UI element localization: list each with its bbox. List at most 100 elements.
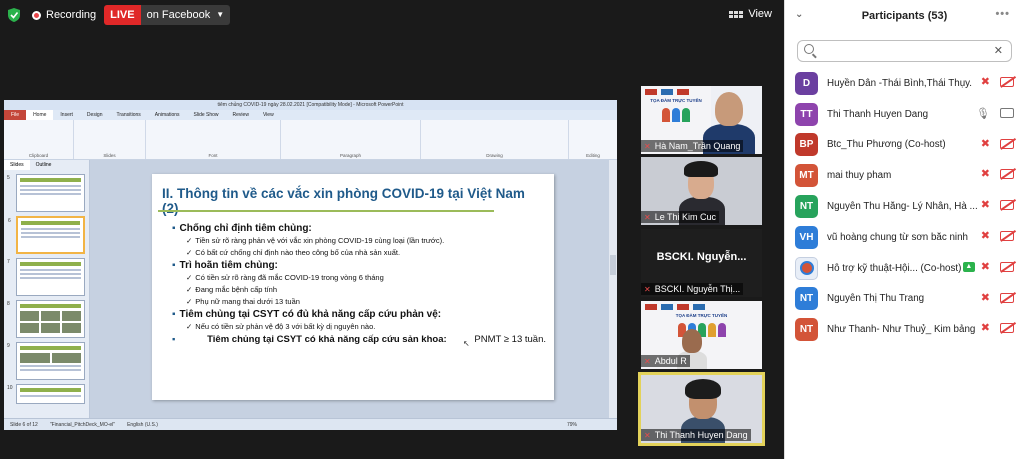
tab-file[interactable]: File: [4, 110, 27, 120]
tab-insert[interactable]: Insert: [53, 112, 80, 118]
ribbon-group-clipboard[interactable]: Clipboard: [4, 120, 74, 159]
participant-name: Thi Thanh Huyen Dang: [827, 108, 929, 120]
participant-name-label: ✕ Le Thi Kim Cuc: [641, 211, 720, 223]
avatar: VH: [795, 225, 818, 249]
participant-row[interactable]: VH vũ hoàng chung từ sơn bắc ninh ✖: [785, 222, 1024, 253]
vertical-scrollbar[interactable]: [609, 160, 617, 418]
live-stream-button[interactable]: LIVE on Facebook ▼: [104, 5, 231, 25]
camera-off-icon[interactable]: [1000, 77, 1014, 87]
mic-off-icon[interactable]: ✖: [981, 261, 990, 273]
participant-row[interactable]: BP Btc_Thu Phương (Co-host) ✖: [785, 130, 1024, 161]
camera-off-icon[interactable]: [1000, 261, 1014, 272]
more-options-icon[interactable]: •••: [995, 8, 1010, 20]
recording-indicator[interactable]: Recording: [32, 9, 96, 21]
banner-title: TỌA ĐÀM TRỰC TUYẾN: [675, 313, 728, 318]
zoom-level[interactable]: 79%: [567, 422, 577, 428]
ppt-ribbon-tabs: File Home Insert Design Transitions Anim…: [4, 110, 617, 120]
mic-off-icon[interactable]: ✖: [981, 76, 990, 88]
thumb-number: 7: [7, 259, 10, 265]
video-name: Abdul R: [654, 356, 687, 366]
participant-row[interactable]: Hỗ trợ kỹ thuật-Hội... (Co-host) ▲ ✖: [785, 253, 1024, 284]
mic-off-icon[interactable]: ✖: [981, 168, 990, 180]
bullet-heading-last: Tiêm chủng tại CSYT có khả năng cấp cứu …: [172, 334, 546, 345]
camera-off-icon[interactable]: [1000, 169, 1014, 180]
clear-search-icon[interactable]: ✕: [994, 44, 1003, 57]
ppt-ribbon: Clipboard Slides Font Paragraph Drawing …: [4, 120, 617, 160]
tab-transitions[interactable]: Transitions: [110, 112, 148, 118]
live-target[interactable]: on Facebook ▼: [140, 5, 231, 25]
active-speaker-tile[interactable]: ✕ Thi Thanh Huyen Dang: [638, 372, 765, 446]
tab-review[interactable]: Review: [226, 112, 256, 118]
participant-list: D Huyền Dân -Thái Bình,Thái Thụy. ✖ TT T…: [785, 68, 1024, 345]
live-target-label: on Facebook: [146, 9, 211, 21]
tab-animations[interactable]: Animations: [148, 112, 187, 118]
video-tile[interactable]: BSCKI. Nguyễn... ✕ BSCKI. Nguyễn Thị...: [641, 229, 762, 297]
group-label: Clipboard: [28, 153, 49, 158]
participant-row[interactable]: NT Nguyễn Thị Thu Trang ✖: [785, 284, 1024, 315]
mouse-cursor-icon: ↖: [463, 339, 470, 348]
mic-off-icon[interactable]: ✖: [981, 138, 990, 150]
video-tile[interactable]: TỌA ĐÀM TRỰC TUYẾN ✕ Hà Nam_Trần Quang: [641, 86, 762, 154]
video-off-name: BSCKI. Nguyễn...: [656, 251, 747, 263]
participant-row[interactable]: MT mai thuy pham ✖: [785, 160, 1024, 191]
ribbon-group-editing[interactable]: Editing: [569, 120, 617, 159]
slide-thumbnail[interactable]: 7: [7, 258, 85, 296]
video-tile[interactable]: ✕ Le Thi Kim Cuc: [641, 157, 762, 225]
slide-thumbnail[interactable]: 10: [7, 384, 85, 404]
camera-off-icon[interactable]: [1000, 292, 1014, 303]
last-line-value: PNMT ≥ 13 tuần.: [474, 334, 546, 345]
tab-slides[interactable]: Slides: [4, 160, 30, 170]
bullet-item: Phụ nữ mang thai dưới 13 tuần: [186, 297, 546, 306]
view-button[interactable]: View: [729, 8, 772, 20]
tab-outline[interactable]: Outline: [30, 160, 58, 170]
current-slide[interactable]: II. Thông tin về các vắc xin phòng COVID…: [152, 174, 554, 400]
tab-home[interactable]: Home: [26, 110, 54, 120]
bullet-item: Có bất cứ chống chỉ định nào theo công b…: [186, 248, 546, 257]
ribbon-group-font[interactable]: Font: [146, 120, 281, 159]
ribbon-group-drawing[interactable]: Drawing: [421, 120, 569, 159]
participant-row[interactable]: TT Thi Thanh Huyen Dang 🎙: [785, 99, 1024, 130]
mic-on-icon[interactable]: 🎙: [976, 107, 990, 120]
group-label: Drawing: [486, 153, 503, 158]
ppt-window-title: tiêm chủng COVID-19 ngày 28.02.2021 [Com…: [4, 100, 617, 110]
group-label: Paragraph: [339, 153, 361, 158]
participant-row[interactable]: NT Nguyễn Thu Hằng- Lý Nhân, Hà ... ✖: [785, 191, 1024, 222]
slide-thumbnail[interactable]: 5: [7, 174, 85, 212]
camera-off-icon[interactable]: [1000, 323, 1014, 334]
participant-name: Huyền Dân -Thái Bình,Thái Thụy.: [827, 77, 973, 89]
shield-icon[interactable]: [8, 8, 20, 22]
camera-off-icon[interactable]: [1000, 200, 1014, 211]
slide-editor[interactable]: II. Thông tin về các vắc xin phòng COVID…: [90, 160, 617, 418]
mic-off-icon: ✕: [644, 430, 651, 440]
slide-thumbnail[interactable]: 9: [7, 342, 85, 380]
slide-thumbnail-selected[interactable]: 6: [8, 216, 85, 254]
participant-row[interactable]: D Huyền Dân -Thái Bình,Thái Thụy. ✖: [785, 68, 1024, 99]
tab-design[interactable]: Design: [80, 112, 110, 118]
collapse-icon[interactable]: ⌄: [795, 9, 803, 20]
thumb-number: 10: [7, 385, 13, 391]
camera-off-icon[interactable]: [1000, 138, 1014, 149]
ribbon-group-paragraph[interactable]: Paragraph: [281, 120, 421, 159]
slide-thumbnails[interactable]: Slides Outline 5 6 7 8 9 10: [4, 160, 90, 418]
participant-search-input[interactable]: ✕: [797, 40, 1012, 62]
slide-thumbnail[interactable]: 8: [7, 300, 85, 338]
screen-share-icon: ▲: [962, 261, 975, 272]
banner-title: TỌA ĐÀM TRỰC TUYẾN: [650, 98, 702, 103]
participant-name: vũ hoàng chung từ sơn bắc ninh: [827, 231, 968, 243]
mic-off-icon[interactable]: ✖: [981, 199, 990, 211]
camera-off-icon[interactable]: [1000, 230, 1014, 241]
participant-row[interactable]: NT Như Thanh- Như Thuỷ_ Kim bảng ✖: [785, 314, 1024, 345]
mic-off-icon[interactable]: ✖: [981, 322, 990, 334]
chevron-down-icon: ▼: [216, 10, 225, 19]
mic-off-icon[interactable]: ✖: [981, 292, 990, 304]
bullet-heading: Trì hoãn tiêm chủng:: [172, 260, 546, 271]
avatar: TT: [795, 102, 818, 126]
avatar: BP: [795, 133, 818, 157]
video-name: BSCKI. Nguyễn Thị...: [654, 284, 741, 294]
camera-on-icon[interactable]: [1000, 108, 1014, 119]
mic-off-icon[interactable]: ✖: [981, 230, 990, 242]
tab-view[interactable]: View: [256, 112, 281, 118]
ribbon-group-slides[interactable]: Slides: [74, 120, 146, 159]
video-tile[interactable]: TỌA ĐÀM TRỰC TUYẾN ✕ Abdul R: [641, 301, 762, 369]
tab-slide-show[interactable]: Slide Show: [187, 112, 226, 118]
